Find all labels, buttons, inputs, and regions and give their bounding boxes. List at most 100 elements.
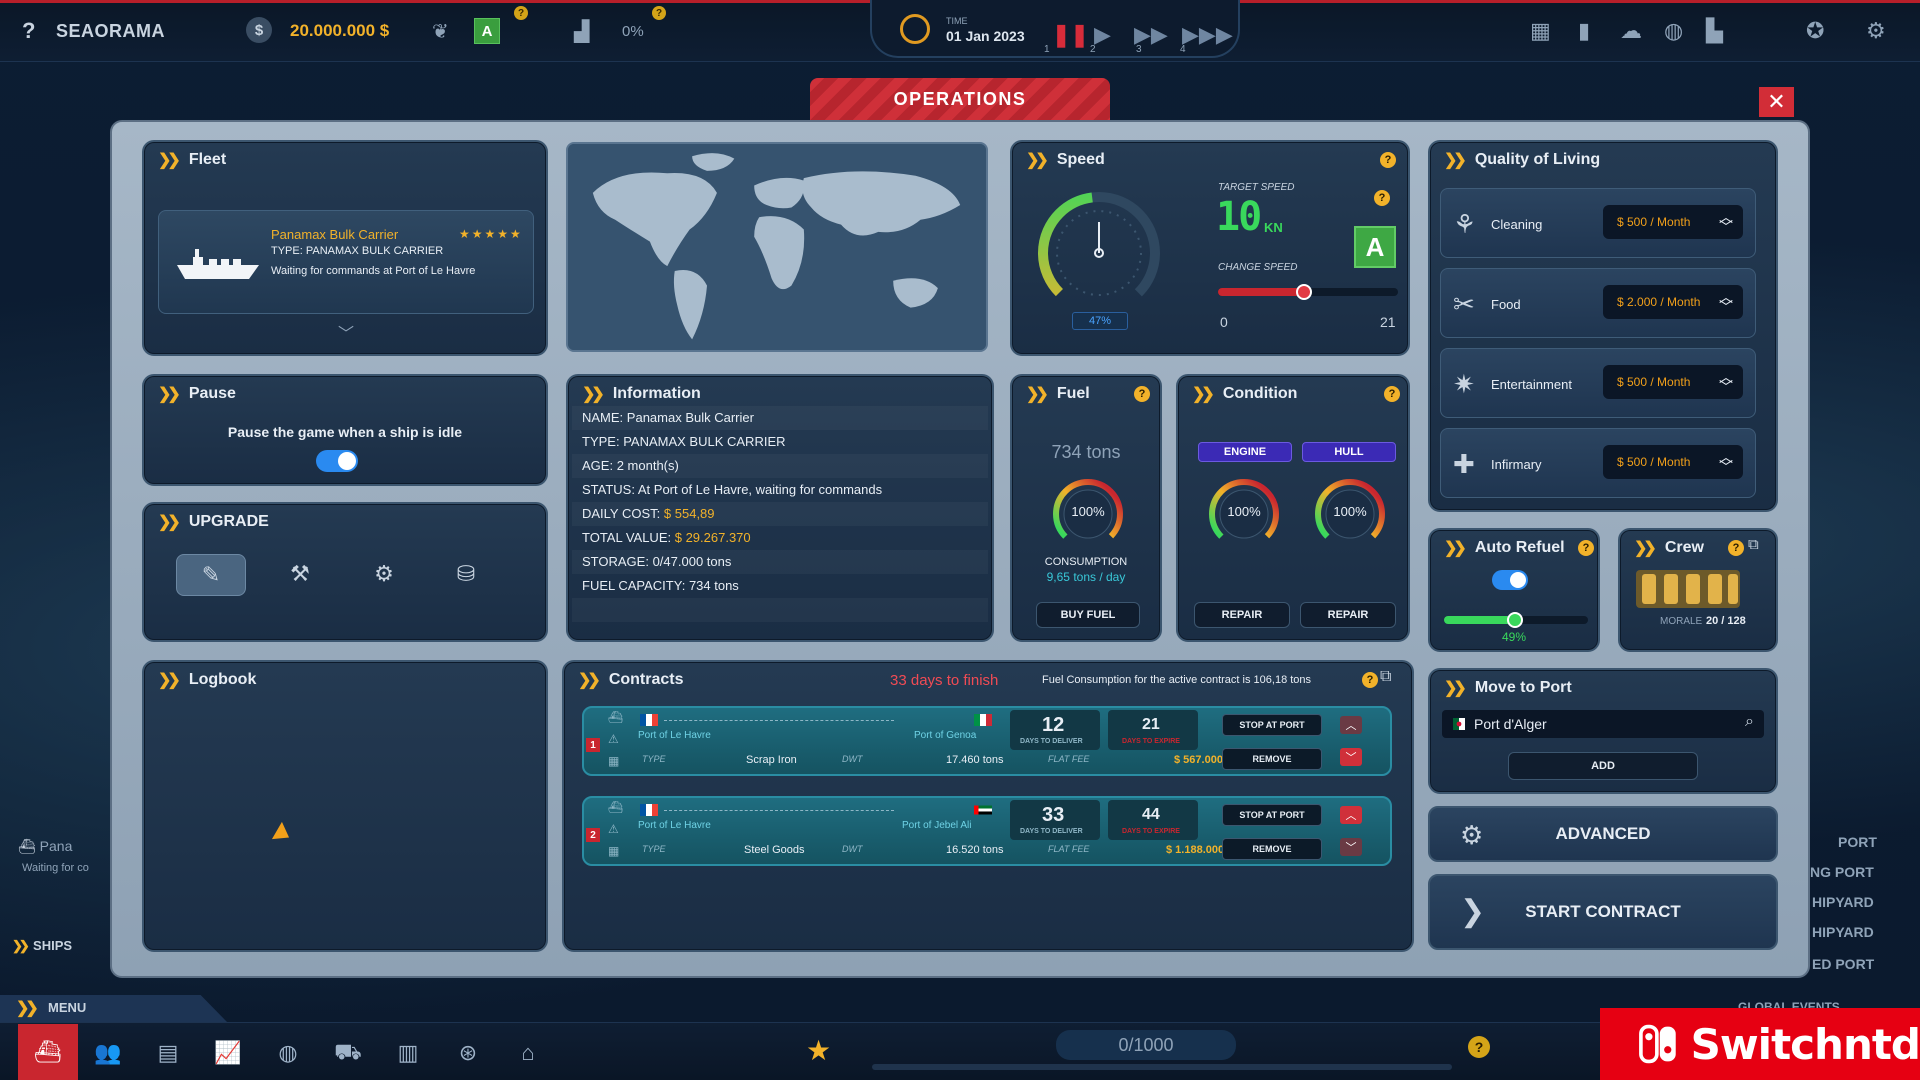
motorbike-icon[interactable]: ⛟ xyxy=(328,1034,368,1072)
chevron-icon: ❯❯ xyxy=(1026,152,1049,169)
help-icon[interactable]: ? xyxy=(1384,386,1400,402)
move-up-icon[interactable]: ︿ xyxy=(1340,806,1362,824)
side-label-shipyard[interactable]: HIPYARD xyxy=(1812,894,1874,910)
auto-refuel-slider[interactable] xyxy=(1444,612,1588,628)
days-to-expire: 21 xyxy=(1142,716,1160,733)
chevron-icon: ❯❯ xyxy=(1026,386,1049,403)
help-icon[interactable]: ? xyxy=(1578,540,1594,556)
auto-refuel-toggle[interactable] xyxy=(1492,570,1528,590)
side-label-shipyard[interactable]: HIPYARD xyxy=(1812,924,1874,940)
auto-refuel-slider-knob[interactable] xyxy=(1506,612,1523,628)
stop-at-port-button[interactable]: STOP AT PORT xyxy=(1222,714,1322,736)
external-link-icon[interactable]: ⧉ xyxy=(1748,536,1759,553)
play-icon[interactable]: ▶ xyxy=(1094,22,1111,48)
fleet-ship-card[interactable]: Panamax Bulk Carrier ★★★★★ TYPE: PANAMAX… xyxy=(158,210,534,314)
remove-button[interactable]: REMOVE xyxy=(1222,838,1322,860)
move-up-icon[interactable]: ︿ xyxy=(1340,716,1362,734)
phone-icon[interactable]: ▮ xyxy=(1578,18,1590,44)
help-icon[interactable]: ? xyxy=(1380,152,1396,168)
repair-hull-button[interactable]: REPAIR xyxy=(1300,602,1396,628)
switch-logo-icon xyxy=(1639,1024,1676,1064)
ship-star-rating: ★★★★★ xyxy=(459,227,523,241)
world-gear-icon[interactable]: ⊛ xyxy=(448,1034,488,1072)
help-button[interactable]: ? xyxy=(22,0,35,62)
add-port-button[interactable]: ADD xyxy=(1508,752,1698,780)
weather-icon[interactable]: ☁ xyxy=(1620,18,1642,44)
qol-value-stepper[interactable]: $ 500 / Month ︿ ﹀ xyxy=(1603,205,1743,239)
up-down-icon[interactable]: ︿ ﹀ xyxy=(1719,210,1733,234)
contract-row[interactable]: 2 ⛴ ⚠ ▦ Port of Le Havre Port of Jebel A… xyxy=(582,796,1392,866)
ship-status: Waiting for commands at Port of Le Havre xyxy=(271,265,476,277)
help-icon[interactable]: ? xyxy=(1468,1036,1490,1058)
leaf-icon[interactable]: ❦ xyxy=(432,0,449,62)
ship-icon[interactable]: ⛴ xyxy=(18,1024,78,1080)
progress-track xyxy=(872,1064,1452,1070)
help-icon[interactable]: ? xyxy=(514,6,528,20)
menu-label[interactable]: MENU xyxy=(48,1000,86,1015)
tools-icon[interactable]: ⚒ xyxy=(268,554,332,594)
repair-engine-button[interactable]: REPAIR xyxy=(1194,602,1290,628)
rating-badge[interactable]: A xyxy=(474,18,500,44)
buy-fuel-button[interactable]: BUY FUEL xyxy=(1036,602,1140,628)
speed-slider-knob[interactable] xyxy=(1295,284,1312,300)
chevron-icon: ❯❯ xyxy=(578,672,601,689)
globe-icon[interactable]: ◍ xyxy=(1664,18,1683,44)
help-icon[interactable]: ? xyxy=(1728,540,1744,556)
chevron-icon: ❯❯ xyxy=(1444,680,1467,697)
start-contract-button[interactable]: ❯ START CONTRACT xyxy=(1428,874,1778,950)
crew-portraits[interactable] xyxy=(1636,570,1740,608)
stop-at-port-button[interactable]: STOP AT PORT xyxy=(1222,804,1322,826)
qol-value-stepper[interactable]: $ 500 / Month ︿ ﹀ xyxy=(1603,445,1743,479)
help-icon[interactable]: ? xyxy=(1362,672,1378,688)
medal-icon[interactable]: ✪ xyxy=(1806,18,1824,44)
up-down-icon[interactable]: ︿ ﹀ xyxy=(1719,290,1733,314)
panel-title: ❯❯ Move to Port xyxy=(1444,679,1572,697)
stars-icon[interactable]: ★ xyxy=(806,1034,831,1067)
paint-bucket-icon[interactable]: ⛁ xyxy=(434,554,498,594)
buildings-icon[interactable]: ▥ xyxy=(388,1034,428,1072)
ships-label[interactable]: ❯❯ SHIPS xyxy=(12,938,72,954)
warehouse-icon[interactable]: ▦ xyxy=(1530,18,1551,44)
globe-icon[interactable]: ◍ xyxy=(268,1034,308,1072)
remove-button[interactable]: REMOVE xyxy=(1222,748,1322,770)
close-button[interactable]: ✕ xyxy=(1759,87,1794,117)
flag-italy-icon xyxy=(974,714,992,726)
chart-icon[interactable]: ▟ xyxy=(574,0,589,62)
world-map-preview[interactable] xyxy=(566,142,988,352)
contract-row[interactable]: 1 ⛴ ⚠ ▦ Port of Le Havre Port of Genoa T… xyxy=(582,706,1392,776)
side-label-port[interactable]: ED PORT xyxy=(1812,956,1874,972)
chart-icon[interactable]: 📈 xyxy=(208,1034,248,1072)
port-search-input[interactable]: Port d'Alger ⌕ xyxy=(1442,710,1764,738)
advanced-button[interactable]: ⚙ ADVANCED xyxy=(1428,806,1778,862)
gear-icon[interactable]: ⚙ xyxy=(1866,18,1886,44)
help-icon[interactable]: ? xyxy=(1374,190,1390,206)
pause-toggle[interactable] xyxy=(316,450,358,472)
move-down-icon[interactable]: ﹀ xyxy=(1340,748,1362,766)
help-icon[interactable]: ? xyxy=(652,6,666,20)
speed-slider[interactable] xyxy=(1218,284,1398,300)
qol-value-stepper[interactable]: $ 2.000 / Month ︿ ﹀ xyxy=(1603,285,1743,319)
top-bar: ? SEAORAMA $ 20.000.000 $ ❦ A ? ▟ 0% ? T… xyxy=(0,0,1920,62)
building-icon[interactable]: ▙ xyxy=(1706,18,1723,44)
document-icon[interactable]: ▤ xyxy=(148,1034,188,1072)
side-label-port[interactable]: PORT xyxy=(1838,834,1877,850)
up-down-icon[interactable]: ︿ ﹀ xyxy=(1719,450,1733,474)
move-down-icon[interactable]: ﹀ xyxy=(1340,838,1362,856)
qol-value-stepper[interactable]: $ 500 / Month ︿ ﹀ xyxy=(1603,365,1743,399)
consumption-label: CONSUMPTION xyxy=(1044,556,1128,568)
up-down-icon[interactable]: ︿ ﹀ xyxy=(1719,370,1733,394)
contract-number: 2 xyxy=(586,828,600,842)
gear-icon[interactable]: ⚙ xyxy=(352,554,416,594)
pause-icon[interactable]: ❚❚ xyxy=(1052,22,1089,48)
chevron-down-icon[interactable]: ﹀ xyxy=(338,320,354,344)
chevron-icon: ❯❯ xyxy=(158,386,181,403)
fastest-forward-icon[interactable]: ▶▶▶ xyxy=(1182,22,1233,48)
external-link-icon[interactable]: ⧉ xyxy=(1380,668,1391,686)
panel-title: ❯❯ Auto Refuel xyxy=(1444,539,1565,557)
people-icon[interactable]: 👥 xyxy=(88,1034,128,1072)
bank-icon[interactable]: ⌂ xyxy=(508,1034,548,1072)
pencil-icon[interactable]: ✎ xyxy=(176,554,246,596)
search-icon[interactable]: ⌕ xyxy=(1745,713,1754,731)
side-label-port[interactable]: NG PORT xyxy=(1810,864,1874,880)
help-icon[interactable]: ? xyxy=(1134,386,1150,402)
